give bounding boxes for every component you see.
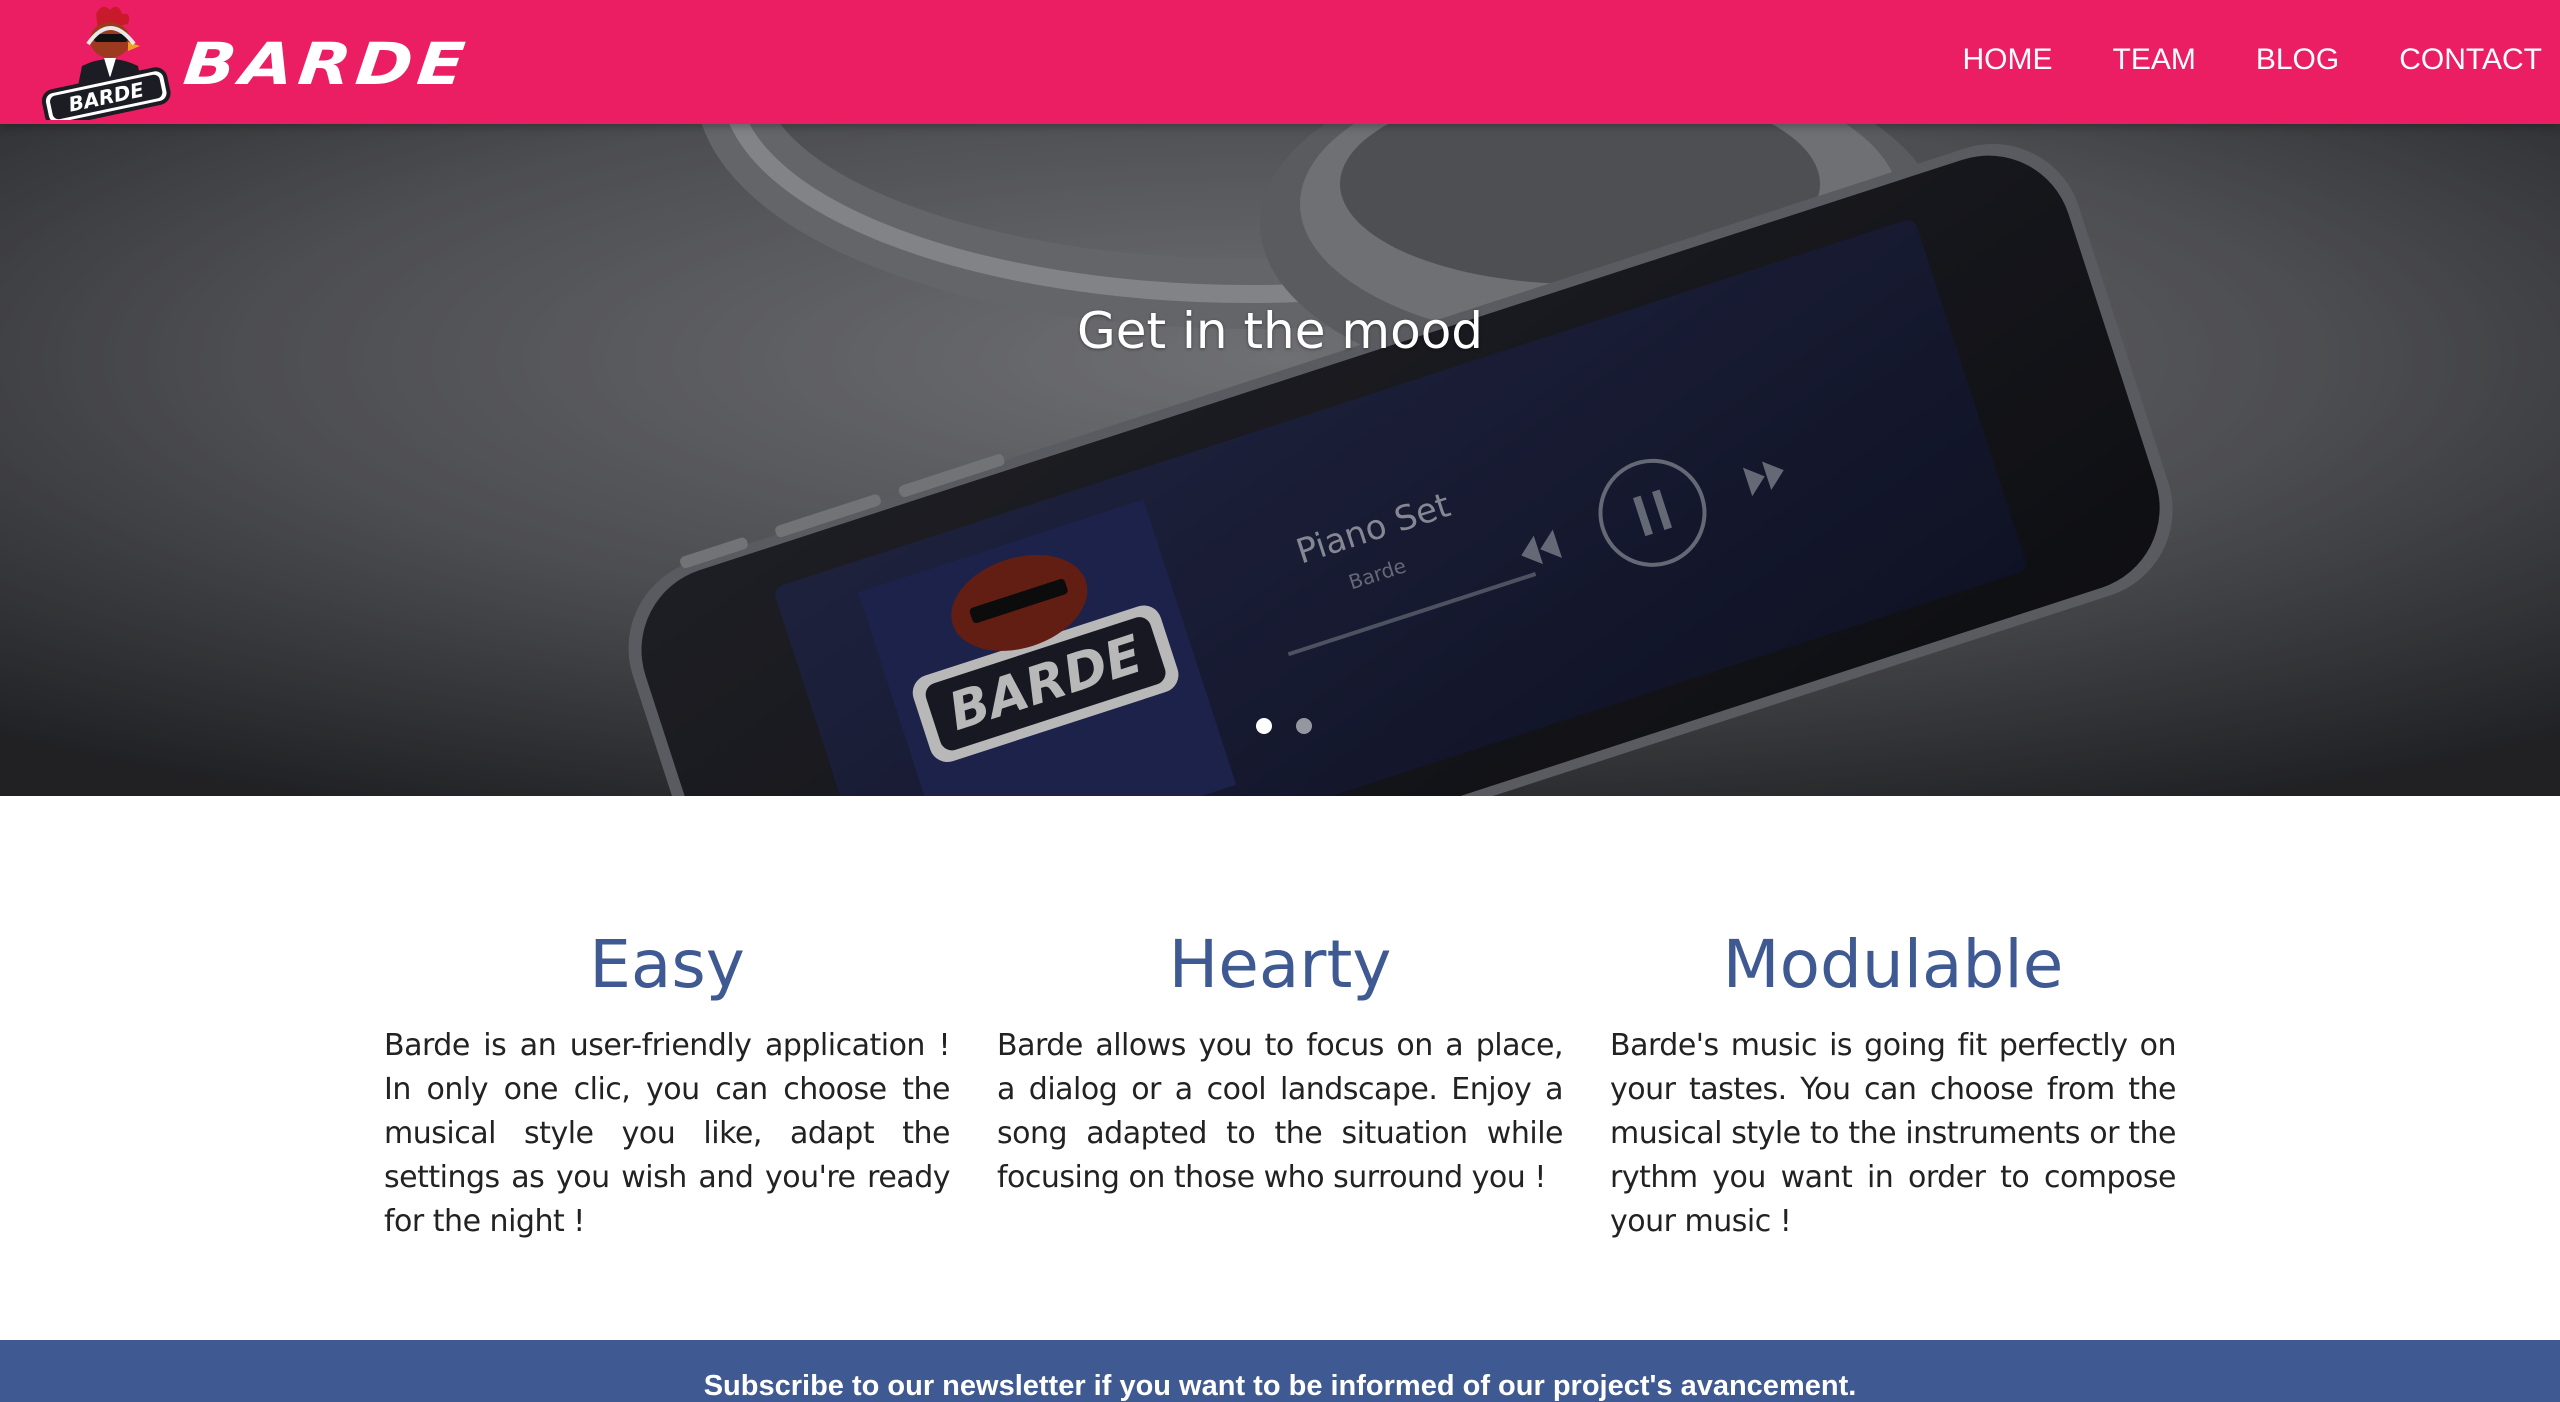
- feature-title: Modulable: [1722, 926, 2064, 1003]
- feature-text: Barde allows you to focus on a place, a …: [997, 1028, 1564, 1195]
- feature-title: Easy: [589, 926, 745, 1003]
- carousel-indicator-1[interactable]: [1256, 718, 1272, 734]
- carousel-indicators: [0, 718, 2560, 734]
- hero-slide-image: BARDE Piano Set Barde: [0, 124, 2560, 796]
- feature-title: Hearty: [1168, 926, 1392, 1003]
- feature-text: Barde's music is going fit perfectly on …: [1610, 1028, 2177, 1239]
- nav-link-team[interactable]: TEAM: [2113, 0, 2196, 120]
- main-nav: HOME TEAM BLOG CONTACT: [1903, 0, 2542, 120]
- nav-link-home[interactable]: HOME: [1963, 0, 2053, 120]
- rooster-mascot-icon: BARDE: [41, 6, 171, 120]
- hero-caption: Get in the mood: [1076, 302, 1484, 360]
- brand-name: BARDE: [180, 30, 473, 98]
- feature-easy: Easy Barde is an user-friendly applicati…: [384, 920, 951, 1244]
- brand-home-link[interactable]: BARDE BARDE: [38, 4, 473, 120]
- top-navbar: BARDE BARDE HOME TEAM BLOG CONTACT: [0, 0, 2560, 124]
- feature-text: Barde is an user-friendly application ! …: [384, 1028, 951, 1239]
- feature-hearty: Hearty Barde allows you to focus on a pl…: [997, 920, 1564, 1244]
- carousel-indicator-2[interactable]: [1296, 718, 1312, 734]
- hero-carousel[interactable]: BARDE Piano Set Barde Get in the mood: [0, 124, 2560, 796]
- nav-link-contact[interactable]: CONTACT: [2399, 0, 2542, 120]
- newsletter-banner: Subscribe to our newsletter if you want …: [0, 1340, 2560, 1402]
- nav-link-blog[interactable]: BLOG: [2256, 0, 2339, 120]
- newsletter-text: Subscribe to our newsletter if you want …: [703, 1370, 1857, 1402]
- features-section: Easy Barde is an user-friendly applicati…: [384, 920, 2177, 1244]
- feature-modulable: Modulable Barde's music is going fit per…: [1610, 920, 2177, 1244]
